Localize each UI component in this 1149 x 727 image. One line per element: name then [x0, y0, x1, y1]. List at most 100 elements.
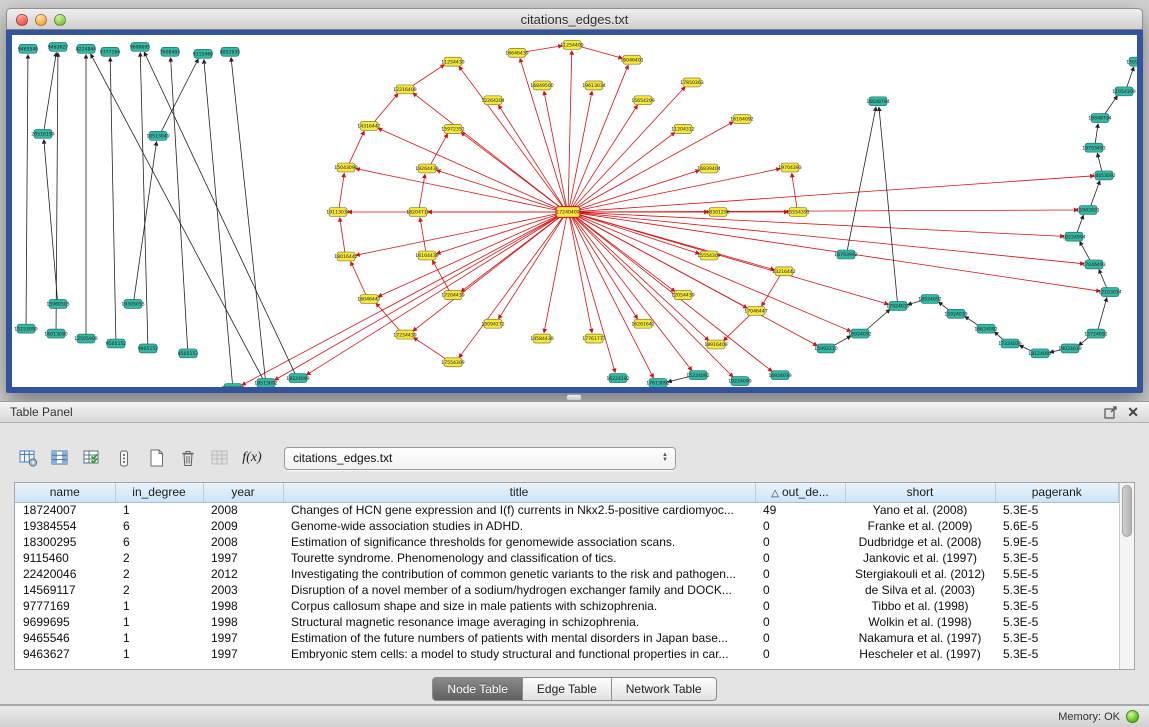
- cell-year[interactable]: 1997: [203, 646, 283, 662]
- column-header-out-degree[interactable]: △out_de...: [755, 483, 845, 502]
- citation-edge-red[interactable]: [437, 170, 563, 211]
- cell-in_degree[interactable]: 1: [115, 598, 203, 614]
- cell-year[interactable]: 2003: [203, 582, 283, 598]
- citation-edge-red[interactable]: [762, 275, 781, 306]
- citation-edge-black[interactable]: [91, 54, 263, 379]
- network-node[interactable]: 19613034: [582, 81, 605, 90]
- citation-edge-red[interactable]: [414, 338, 448, 361]
- memory-status-indicator[interactable]: [1126, 710, 1139, 723]
- delete-table-icon[interactable]: [174, 445, 202, 471]
- network-node[interactable]: 19264439: [415, 164, 438, 173]
- citation-edge-black[interactable]: [1097, 153, 1102, 171]
- network-node[interactable]: 21265099: [221, 384, 244, 387]
- citation-edge-red[interactable]: [578, 46, 622, 58]
- citation-edge-red[interactable]: [376, 303, 401, 332]
- network-node[interactable]: 16793992: [834, 250, 857, 259]
- network-node[interactable]: 8224844: [76, 44, 97, 53]
- citation-edge-red[interactable]: [574, 214, 851, 332]
- network-node[interactable]: 12505909: [74, 334, 97, 343]
- cell-year[interactable]: 2012: [203, 566, 283, 582]
- cell-name[interactable]: 9463627: [15, 646, 115, 662]
- cell-name[interactable]: 14569117: [15, 582, 115, 598]
- cell-year[interactable]: 2009: [203, 518, 283, 534]
- cell-title[interactable]: Disruption of a novel member of a sodium…: [283, 582, 755, 598]
- show-columns-icon[interactable]: [46, 445, 74, 471]
- table-row[interactable]: 946554611997Estimation of the future num…: [15, 630, 1119, 646]
- network-node[interactable]: 19024039: [1058, 344, 1081, 353]
- network-node[interactable]: 16164439: [415, 251, 438, 260]
- cell-out_degree[interactable]: 0: [755, 598, 845, 614]
- network-node[interactable]: 14453092: [1092, 171, 1115, 180]
- cell-pagerank[interactable]: 5.3E-5: [995, 614, 1119, 630]
- network-node[interactable]: 18916409: [704, 340, 727, 349]
- citation-edge-red[interactable]: [574, 210, 1078, 212]
- network-node[interactable]: 15993991: [1076, 206, 1099, 215]
- citation-edge-black[interactable]: [231, 58, 265, 379]
- cell-out_degree[interactable]: 0: [755, 534, 845, 550]
- network-node[interactable]: 15992210: [814, 344, 837, 353]
- cell-short[interactable]: Jankovic et al. (1997): [845, 550, 995, 566]
- citation-edge-red[interactable]: [351, 262, 366, 296]
- table-row[interactable]: 969969511998Structural magnetic resonanc…: [15, 614, 1119, 630]
- network-node[interactable]: 12054439: [671, 291, 694, 300]
- table-row[interactable]: 977716911998Corpus callosum shape and si…: [15, 598, 1119, 614]
- network-node[interactable]: 17240409: [556, 207, 580, 218]
- citation-edge-red[interactable]: [430, 134, 447, 165]
- network-node[interactable]: 16839404: [697, 164, 720, 173]
- citation-edge-black[interactable]: [171, 58, 188, 350]
- cell-title[interactable]: Estimation of significance thresholds fo…: [283, 534, 755, 550]
- network-node[interactable]: 15094272: [481, 319, 504, 328]
- network-node[interactable]: 17850363: [680, 78, 703, 87]
- network-node[interactable]: 16646439: [505, 48, 528, 57]
- network-node[interactable]: 12103054: [1098, 288, 1121, 297]
- network-node[interactable]: 10224994: [1062, 232, 1085, 241]
- network-node[interactable]: 17204439: [441, 291, 464, 300]
- cell-name[interactable]: 9777169: [15, 598, 115, 614]
- cell-pagerank[interactable]: 5.3E-5: [995, 598, 1119, 614]
- cell-year[interactable]: 1998: [203, 614, 283, 630]
- network-node[interactable]: 8852935: [220, 47, 241, 56]
- cell-pagerank[interactable]: 5.3E-5: [995, 502, 1119, 518]
- citation-edge-black[interactable]: [204, 60, 233, 384]
- table-row[interactable]: 911546021997Tourette syndrome. Phenomeno…: [15, 550, 1119, 566]
- network-node[interactable]: 9505152: [106, 339, 127, 348]
- network-node[interactable]: 20516199: [31, 129, 54, 138]
- network-node[interactable]: 18204719: [406, 208, 429, 217]
- citation-edge-black[interactable]: [44, 53, 56, 130]
- citation-edge-black[interactable]: [134, 142, 157, 300]
- citation-edge-red[interactable]: [413, 214, 563, 331]
- cell-name[interactable]: 18300295: [15, 534, 115, 550]
- citation-edge-black[interactable]: [1104, 96, 1117, 115]
- citation-edge-red[interactable]: [373, 94, 398, 123]
- cell-in_degree[interactable]: 1: [115, 646, 203, 662]
- table-row[interactable]: 1830029562008Estimation of significance …: [15, 534, 1119, 550]
- cell-in_degree[interactable]: 2: [115, 566, 203, 582]
- cell-short[interactable]: Franke et al. (2009): [845, 518, 995, 534]
- network-node[interactable]: 16624092: [974, 324, 997, 333]
- network-canvas[interactable]: 1724040918301296155543091205443916261642…: [12, 35, 1137, 387]
- network-node[interactable]: 11254409: [560, 40, 583, 49]
- network-node[interactable]: 9115460: [193, 49, 214, 58]
- column-header-in-degree[interactable]: in_degree: [115, 483, 203, 502]
- tab-edge-table[interactable]: Edge Table: [523, 677, 612, 701]
- network-node[interactable]: 15554391: [786, 208, 809, 217]
- cell-pagerank[interactable]: 5.3E-5: [995, 630, 1119, 646]
- cell-out_degree[interactable]: 0: [755, 646, 845, 662]
- citation-edge-red[interactable]: [544, 91, 567, 208]
- citation-edge-black[interactable]: [847, 107, 876, 251]
- cell-pagerank[interactable]: 5.3E-5: [995, 582, 1119, 598]
- cell-title[interactable]: Corpus callosum shape and size in male p…: [283, 598, 755, 614]
- network-node[interactable]: 8505153: [178, 349, 199, 358]
- network-node[interactable]: 16261642: [631, 319, 654, 328]
- cell-pagerank[interactable]: 5.6E-5: [995, 518, 1119, 534]
- citation-edge-red[interactable]: [544, 216, 567, 333]
- network-node[interactable]: 16013090: [44, 329, 67, 338]
- citation-edge-red[interactable]: [568, 51, 572, 208]
- network-node[interactable]: 11204312: [671, 124, 694, 133]
- column-header-short[interactable]: short: [845, 483, 995, 502]
- table-row[interactable]: 1456911722003Disruption of a novel membe…: [15, 582, 1119, 598]
- cell-name[interactable]: 9465546: [15, 630, 115, 646]
- network-node[interactable]: 14316442: [357, 122, 380, 131]
- network-node[interactable]: 12264204: [481, 96, 504, 105]
- network-node[interactable]: 16848794: [1088, 114, 1111, 123]
